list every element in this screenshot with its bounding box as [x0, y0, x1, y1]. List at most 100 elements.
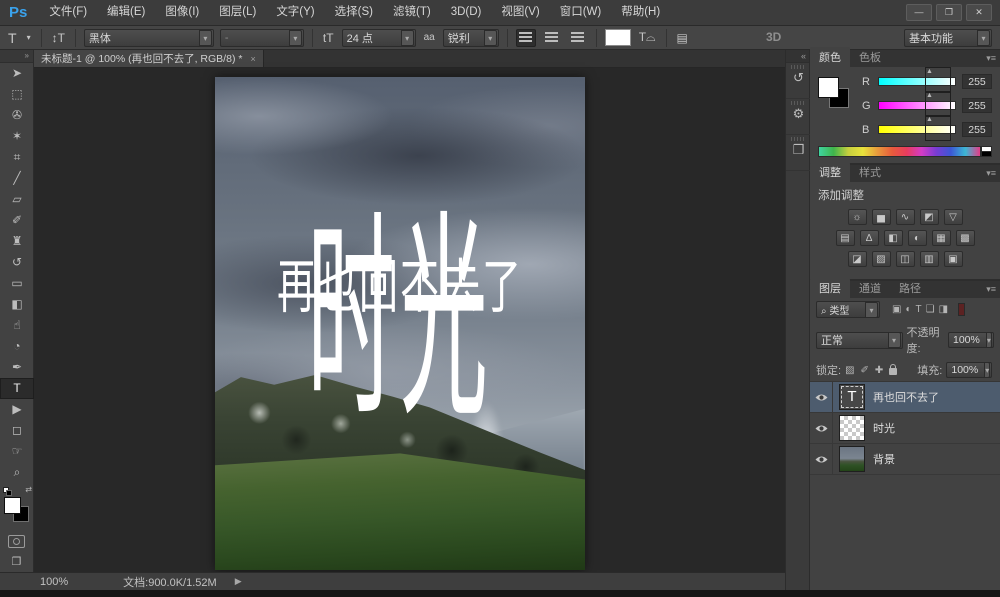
quick-mask-button[interactable] [8, 535, 25, 548]
lasso-tool[interactable]: ✇ [0, 105, 34, 126]
menu-3d[interactable]: 3D(D) [441, 0, 492, 25]
zoom-level-field[interactable]: 100% [40, 576, 68, 588]
tab-adjustments[interactable]: 调整 [810, 162, 850, 182]
layer-name[interactable]: 时光 [873, 420, 895, 436]
swap-colors-icon[interactable]: ⇄ [25, 485, 32, 494]
type-tool-icon[interactable]: T [6, 30, 19, 46]
exposure-icon[interactable]: ◩ [920, 209, 939, 225]
layer-name[interactable]: 再也回不去了 [873, 389, 939, 405]
black-white-icon[interactable]: ◧ [884, 230, 903, 246]
tab-color[interactable]: 颜色 [810, 47, 850, 67]
pen-tool[interactable]: ✒ [0, 357, 34, 378]
lock-all-icon[interactable] [889, 368, 897, 375]
color-balance-icon[interactable]: ∆ [860, 230, 879, 246]
color-spectrum-bar[interactable] [818, 146, 981, 157]
3d-panel-button[interactable]: ❒ [786, 137, 811, 171]
selective-color-icon[interactable]: ▣ [944, 251, 963, 267]
green-value-field[interactable]: 255 [962, 98, 992, 113]
shape-tool[interactable]: ◻ [0, 420, 34, 441]
invert-icon[interactable]: ◪ [848, 251, 867, 267]
hand-tool[interactable]: ☞ [0, 441, 34, 462]
properties-panel-button[interactable]: ⚙ [786, 101, 811, 135]
menu-filter[interactable]: 滤镜(T) [383, 0, 441, 25]
align-right-button[interactable] [568, 29, 588, 47]
workspace-select[interactable]: 基本功能 ▾ [904, 29, 992, 47]
tab-swatches[interactable]: 色板 [850, 47, 890, 67]
filter-pixel-layers-icon[interactable]: ▣ [892, 304, 901, 315]
history-panel-button[interactable]: ↺ [786, 65, 811, 99]
slider-thumb-icon[interactable]: ▲ [925, 67, 951, 93]
curves-icon[interactable]: ∿ [896, 209, 915, 225]
maximize-button[interactable]: ❐ [936, 4, 962, 21]
photo-filter-icon[interactable]: ◐ [908, 230, 927, 246]
brush-tool[interactable]: ✐ [0, 210, 34, 231]
hue-saturation-icon[interactable]: ▤ [836, 230, 855, 246]
healing-brush-tool[interactable]: ▱ [0, 189, 34, 210]
align-center-button[interactable] [542, 29, 562, 47]
default-colors-icon[interactable] [3, 487, 12, 496]
tab-paths[interactable]: 路径 [890, 278, 930, 298]
anti-alias-select[interactable]: 锐利 ▾ [443, 29, 499, 47]
type-tool[interactable]: T [0, 378, 34, 399]
crop-tool[interactable]: ⌗ [0, 147, 34, 168]
lock-paint-icon[interactable]: ✐ [861, 365, 869, 376]
red-value-field[interactable]: 255 [962, 74, 992, 89]
brightness-contrast-icon[interactable]: ☼ [848, 209, 867, 225]
layer-name[interactable]: 背景 [873, 451, 895, 467]
menu-layer[interactable]: 图层(L) [209, 0, 266, 25]
status-options-arrow-icon[interactable]: ▶ [235, 576, 242, 587]
tool-preset-arrow-icon[interactable]: ▾ [25, 33, 33, 42]
blend-mode-select[interactable]: 正常 ▾ [816, 332, 903, 349]
green-slider[interactable]: ▲ [878, 101, 956, 110]
gradient-tool[interactable]: ◧ [0, 294, 34, 315]
dock-expand-button[interactable]: « [786, 50, 809, 63]
history-brush-tool[interactable]: ↺ [0, 252, 34, 273]
channel-mixer-icon[interactable]: ▦ [932, 230, 951, 246]
document-tab[interactable]: 未标题-1 @ 100% (再也回不去了, RGB/8) * × [34, 50, 264, 67]
layer-row-shiguang[interactable]: 时光 [810, 413, 1000, 444]
filter-shape-layers-icon[interactable]: ❏ [926, 304, 935, 315]
menu-window[interactable]: 窗口(W) [550, 0, 612, 25]
tab-close-icon[interactable]: × [250, 50, 255, 68]
tab-layers[interactable]: 图层 [810, 278, 850, 298]
vibrance-icon[interactable]: ▽ [944, 209, 963, 225]
lock-position-icon[interactable]: ✚ [875, 365, 883, 376]
filter-type-select[interactable]: ⌕ 类型 ▾ [816, 301, 880, 318]
layer-row-text[interactable]: T 再也回不去了 [810, 382, 1000, 413]
text-orientation-icon[interactable]: ↕T [50, 31, 67, 45]
smudge-tool[interactable]: ☝ [0, 315, 34, 336]
slider-thumb-icon[interactable]: ▲ [925, 115, 951, 141]
background-layer-thumbnail[interactable] [839, 446, 865, 472]
menu-image[interactable]: 图像(I) [155, 0, 209, 25]
panel-menu-icon[interactable]: ▾≡ [986, 168, 996, 179]
text-color-swatch[interactable] [605, 29, 631, 46]
path-selection-tool[interactable]: ▶ [0, 399, 34, 420]
canvas[interactable]: 时光 再也回不去了 [215, 77, 585, 570]
lock-transparency-icon[interactable]: ▨ [845, 365, 854, 376]
foreground-color-swatch[interactable] [4, 497, 21, 514]
menu-edit[interactable]: 编辑(E) [97, 0, 155, 25]
visibility-toggle[interactable] [810, 444, 833, 474]
layer-row-background[interactable]: 背景 [810, 444, 1000, 475]
panel-menu-icon[interactable]: ▾≡ [986, 284, 996, 295]
align-left-button[interactable] [516, 29, 536, 47]
foreground-color-swatch[interactable] [818, 77, 839, 98]
menu-file[interactable]: 文件(F) [39, 0, 97, 25]
clone-stamp-tool[interactable]: ♜ [0, 231, 34, 252]
tools-collapse-button[interactable]: » [0, 50, 33, 63]
blue-slider[interactable]: ▲ [878, 125, 956, 134]
font-style-select[interactable]: - ▾ [220, 29, 304, 47]
filter-smart-objects-icon[interactable]: ◨ [939, 304, 948, 315]
visibility-toggle[interactable] [810, 413, 833, 443]
filter-switch[interactable] [958, 303, 965, 316]
eyedropper-tool[interactable]: ╱ [0, 168, 34, 189]
filter-type-layers-icon[interactable]: T [916, 304, 922, 315]
gradient-map-icon[interactable]: ▥ [920, 251, 939, 267]
black-swatch[interactable] [981, 152, 992, 157]
move-tool[interactable]: ➤ [0, 63, 34, 84]
font-size-select[interactable]: 24 点 ▾ [342, 29, 416, 47]
blue-value-field[interactable]: 255 [962, 122, 992, 137]
slider-thumb-icon[interactable]: ▲ [925, 91, 951, 117]
color-lookup-icon[interactable]: ▩ [956, 230, 975, 246]
opacity-field[interactable]: 100% ▾ [948, 332, 994, 348]
